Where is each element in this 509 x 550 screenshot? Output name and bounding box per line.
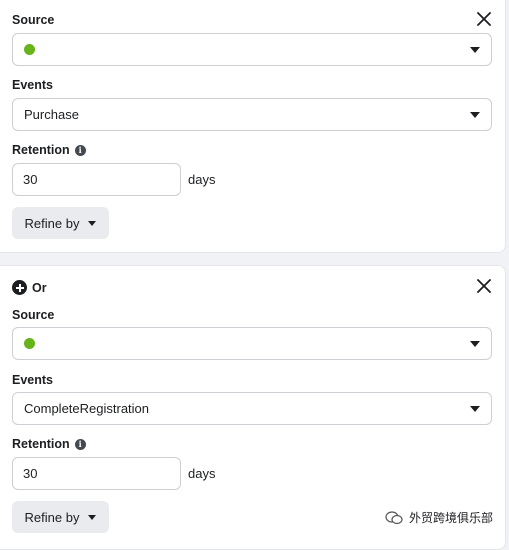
info-icon[interactable]: i <box>75 439 86 450</box>
events-label: Events <box>12 78 53 92</box>
audience-rule-card-2: Or Source Events CompleteRegistration Re… <box>0 265 506 550</box>
retention-days-input[interactable] <box>12 163 181 196</box>
caret-down-icon <box>88 221 96 226</box>
source-status-dot <box>24 44 35 55</box>
source-select[interactable] <box>12 327 492 360</box>
caret-down-icon <box>470 47 480 53</box>
close-icon[interactable] <box>473 8 495 30</box>
refine-by-button[interactable]: Refine by <box>12 207 109 239</box>
source-select[interactable] <box>12 33 492 66</box>
retention-days-input[interactable] <box>12 457 181 490</box>
refine-by-button[interactable]: Refine by <box>12 501 109 533</box>
events-label: Events <box>12 373 53 387</box>
retention-unit: days <box>188 466 215 481</box>
source-status-dot <box>24 338 35 349</box>
retention-label: Retention i <box>12 437 86 451</box>
events-select[interactable]: CompleteRegistration <box>12 392 492 425</box>
source-label: Source <box>12 308 54 322</box>
wechat-icon <box>385 511 403 525</box>
retention-label: Retention i <box>12 143 86 157</box>
watermark: 外贸跨境俱乐部 <box>385 509 493 526</box>
caret-down-icon <box>88 515 96 520</box>
info-icon[interactable]: i <box>75 145 86 156</box>
caret-down-icon <box>470 406 480 412</box>
close-icon[interactable] <box>473 275 495 297</box>
caret-down-icon <box>470 112 480 118</box>
plus-circle-icon[interactable] <box>12 280 27 295</box>
events-select[interactable]: Purchase <box>12 98 492 131</box>
or-connector: Or <box>12 280 47 295</box>
caret-down-icon <box>470 341 480 347</box>
source-label: Source <box>12 13 54 27</box>
retention-unit: days <box>188 172 215 187</box>
audience-rule-card-1: Source Events Purchase Retention i days … <box>0 0 506 253</box>
